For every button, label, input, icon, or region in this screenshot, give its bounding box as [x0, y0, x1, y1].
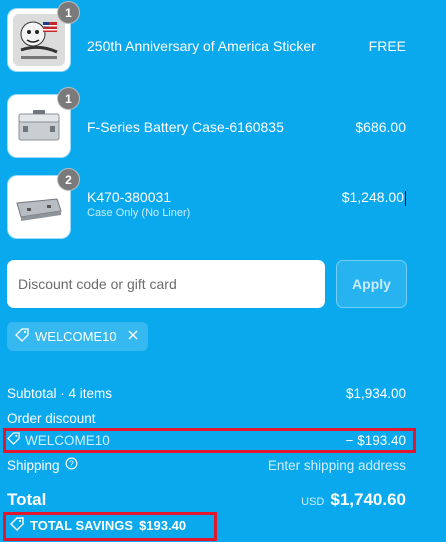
- item-price-value: $1,248.00: [341, 189, 404, 205]
- discount-code: WELCOME10: [25, 432, 110, 448]
- subtotal-label: Subtotal · 4 items: [7, 386, 113, 401]
- discount-code-cell: WELCOME10: [7, 432, 110, 448]
- remove-code-icon[interactable]: [127, 329, 139, 344]
- savings-label: TOTAL SAVINGS: [30, 518, 134, 533]
- item-price: FREE: [368, 38, 406, 54]
- tag-icon: [15, 328, 29, 345]
- quantity-badge: 1: [57, 87, 80, 110]
- text-cursor: [405, 190, 406, 206]
- subtotal-row: Subtotal · 4 items $1,934.00: [7, 386, 406, 401]
- apply-button[interactable]: Apply: [336, 260, 407, 308]
- shipping-label: Shipping: [7, 457, 60, 473]
- applied-code-label: WELCOME10: [35, 329, 117, 344]
- currency-code: USD: [301, 496, 325, 508]
- discount-code-input[interactable]: Discount code or gift card: [7, 260, 325, 308]
- order-discount-label: Order discount: [7, 411, 96, 426]
- info-icon[interactable]: ?: [65, 457, 78, 473]
- discount-code-row: WELCOME10 − $193.40: [7, 432, 406, 448]
- line-item-thumbnail-sticker: 1: [8, 1, 80, 71]
- item-price: $686.00: [355, 119, 406, 135]
- item-name: K470-380031: [87, 189, 172, 205]
- sticker-image: [13, 14, 65, 66]
- battery-case-image: [13, 100, 65, 152]
- line-item-thumbnail-battery-case: 1: [8, 87, 80, 157]
- item-variant: Case Only (No Liner): [87, 207, 191, 219]
- tag-icon: [10, 517, 24, 534]
- svg-text:?: ?: [69, 458, 74, 468]
- total-savings: TOTAL SAVINGS $193.40: [10, 517, 186, 534]
- item-price: $1,248.00: [342, 189, 406, 206]
- quantity-badge: 2: [57, 168, 80, 191]
- savings-value: $193.40: [139, 518, 187, 533]
- applied-discount-chip: WELCOME10: [7, 322, 148, 351]
- order-discount-row: Order discount: [7, 411, 406, 426]
- subtotal-value: $1,934.00: [345, 386, 406, 401]
- tag-icon: [7, 432, 20, 448]
- quantity-badge: 1: [57, 1, 80, 24]
- total-value: $1,740.60: [330, 490, 406, 509]
- item-name: F-Series Battery Case-6160835: [87, 119, 284, 135]
- total-row: Total USD $1,740.60: [7, 490, 406, 510]
- item-name: 250th Anniversary of America Sticker: [87, 38, 316, 54]
- k470-case-image: [13, 181, 65, 233]
- shipping-value: Enter shipping address: [267, 457, 406, 473]
- line-item-thumbnail-k470: 2: [8, 168, 80, 238]
- shipping-row: Shipping ? Enter shipping address: [7, 457, 406, 473]
- total-amount: USD $1,740.60: [301, 490, 406, 510]
- discount-value: − $193.40: [345, 432, 406, 448]
- total-label: Total: [7, 490, 47, 509]
- shipping-cell: Shipping ?: [7, 457, 78, 473]
